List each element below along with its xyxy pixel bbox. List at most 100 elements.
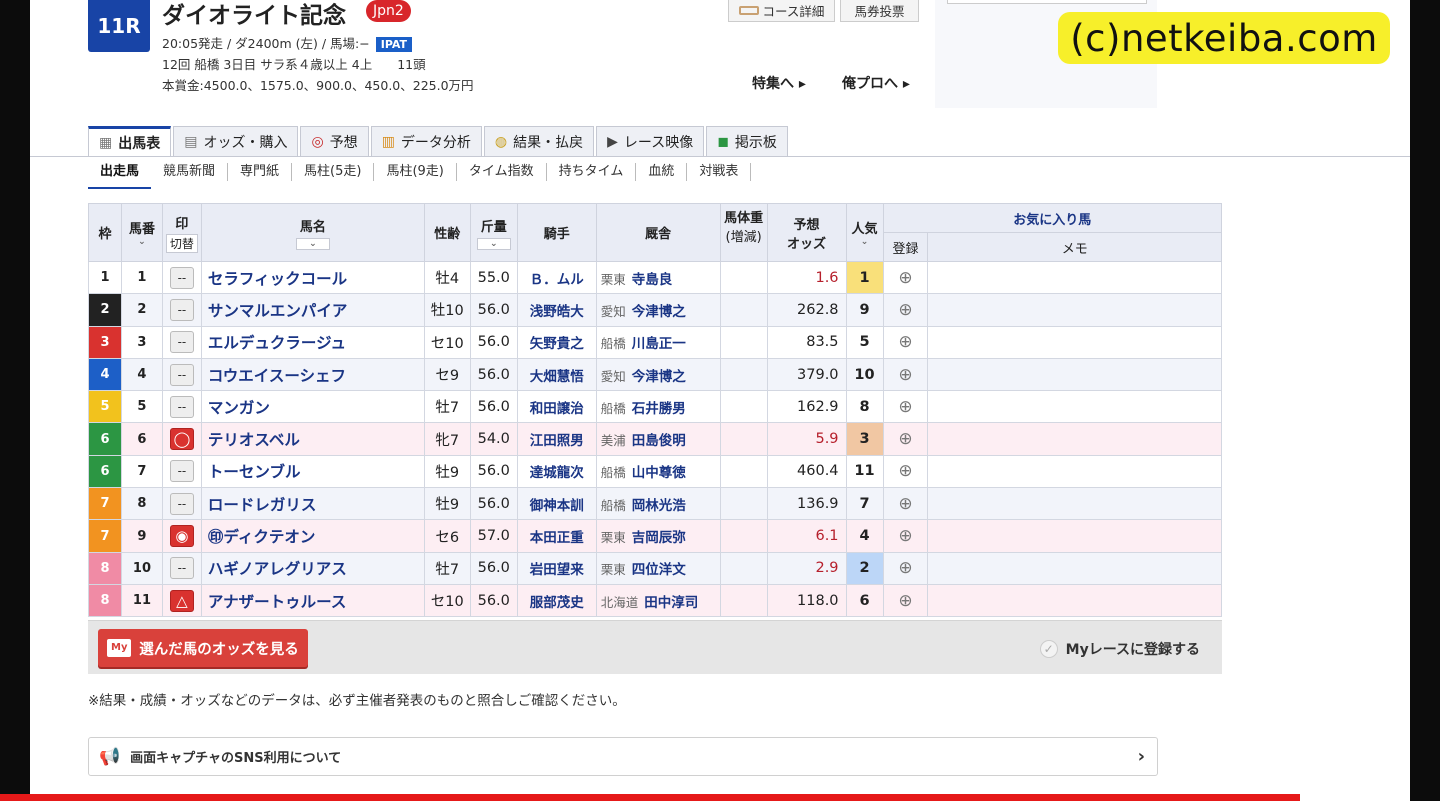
memo-cell[interactable]: [927, 293, 1222, 327]
trainer-link[interactable]: 吉岡辰弥: [632, 530, 686, 546]
horse-name-link[interactable]: ロードレガリス: [200, 487, 425, 521]
mark-button[interactable]: --: [169, 266, 194, 289]
subtab-matchup[interactable]: 対戦表: [687, 163, 752, 181]
feature-link[interactable]: 特集へ ▸: [752, 73, 806, 93]
jockey-link[interactable]: 服部茂史: [516, 583, 597, 618]
add-favorite-icon[interactable]: ⊕: [898, 429, 912, 449]
horse-name-link[interactable]: エルデュクラージュ: [200, 325, 425, 359]
popularity-cell: 5: [845, 325, 884, 359]
memo-cell[interactable]: [927, 487, 1222, 521]
memo-cell[interactable]: [927, 454, 1222, 489]
memo-cell[interactable]: [927, 357, 1222, 392]
mark-button[interactable]: △: [169, 589, 194, 612]
tab-data[interactable]: ▥ データ分析: [370, 126, 482, 156]
mark-button[interactable]: ◉: [169, 525, 194, 548]
view-selected-odds-button[interactable]: My 選んだ馬のオッズを見る: [98, 629, 308, 667]
subtab-shinbun[interactable]: 競馬新聞: [151, 163, 229, 181]
trainer-link[interactable]: 今津博之: [632, 304, 686, 320]
mark-button[interactable]: --: [169, 395, 194, 418]
th-weight[interactable]: 斤量 ⌄: [469, 203, 518, 262]
add-favorite-icon[interactable]: ⊕: [898, 365, 912, 385]
add-favorite-icon[interactable]: ⊕: [898, 300, 912, 320]
weight-cell: 57.0: [469, 519, 518, 553]
subtab-time-index[interactable]: タイム指数: [457, 163, 547, 181]
horse-name-link[interactable]: アナザートゥルース: [200, 583, 425, 618]
jockey-link[interactable]: 御神本訓: [516, 487, 597, 521]
trainer-link[interactable]: 田島俊明: [632, 433, 686, 449]
jockey-link[interactable]: 岩田望来: [516, 551, 597, 585]
subtab-pedigree[interactable]: 血統: [636, 163, 688, 181]
add-favorite-icon[interactable]: ⊕: [898, 558, 912, 578]
add-favorite-icon[interactable]: ⊕: [898, 397, 912, 417]
my-race-register[interactable]: ✓ Myレースに登録する: [1039, 639, 1200, 659]
tab-board[interactable]: ◼ 掲示板: [706, 126, 788, 156]
mark-button[interactable]: --: [169, 460, 194, 483]
ipat-badge[interactable]: IPAT: [375, 37, 413, 52]
jockey-link[interactable]: 大畑慧悟: [516, 357, 597, 392]
add-favorite-icon[interactable]: ⊕: [898, 461, 912, 481]
horse-name-link[interactable]: テリオスベル: [200, 422, 425, 456]
jockey-link[interactable]: 本田正重: [516, 519, 597, 553]
trainer-link[interactable]: 四位洋文: [632, 562, 686, 578]
th-umaban[interactable]: 馬番 ⌄: [120, 203, 163, 262]
tab-video[interactable]: ▶ レース映像: [596, 126, 705, 156]
add-favorite-icon[interactable]: ⊕: [898, 591, 912, 611]
trainer-link[interactable]: 寺島良: [632, 272, 673, 288]
subtab-senmonshi[interactable]: 専門紙: [228, 163, 293, 181]
horse-name-link[interactable]: トーセンブル: [200, 454, 425, 489]
trainer-link[interactable]: 今津博之: [632, 369, 686, 385]
subtab-shusso[interactable]: 出走馬: [88, 163, 152, 189]
trainer-link[interactable]: 山中尊徳: [632, 465, 686, 481]
jockey-link[interactable]: 江田照男: [516, 422, 597, 456]
vote-button[interactable]: 馬券投票: [840, 0, 919, 22]
add-favorite-icon[interactable]: ⊕: [898, 268, 912, 288]
jockey-link[interactable]: 達城龍次: [516, 454, 597, 489]
mark-toggle-button[interactable]: 切替: [165, 233, 198, 253]
mark-button[interactable]: --: [169, 331, 194, 354]
memo-cell[interactable]: [927, 325, 1222, 359]
mark-button[interactable]: --: [169, 492, 194, 515]
subtab-bachu5[interactable]: 馬柱(5走): [292, 163, 375, 181]
tab-odds[interactable]: ▤ オッズ・購入: [173, 126, 299, 156]
sns-usage-link[interactable]: 📢 画面キャプチャのSNS利用について ›: [88, 737, 1158, 776]
memo-cell[interactable]: [927, 519, 1222, 553]
pro-link[interactable]: 俺プロへ ▸: [842, 73, 910, 93]
trainer-link[interactable]: 岡林光浩: [632, 498, 686, 514]
mark-button[interactable]: ◯: [169, 428, 194, 451]
race-title: ダイオライト記念: [162, 3, 346, 29]
mark-button[interactable]: --: [169, 557, 194, 580]
add-favorite-icon[interactable]: ⊕: [898, 332, 912, 352]
horse-name-link[interactable]: サンマルエンパイア: [200, 293, 425, 327]
bar-chart-icon: ▥: [381, 133, 395, 150]
horse-name-link[interactable]: ハギノアレグリアス: [200, 551, 425, 585]
horse-name-link[interactable]: マンガン: [200, 390, 425, 424]
mark-button[interactable]: --: [169, 298, 194, 321]
memo-cell[interactable]: [927, 422, 1222, 456]
subtab-mochi-time[interactable]: 持ちタイム: [547, 163, 637, 181]
jockey-link[interactable]: Ｂ．ムル: [516, 260, 597, 295]
add-favorite-icon[interactable]: ⊕: [898, 494, 912, 514]
course-detail-button[interactable]: コース詳細: [728, 0, 835, 22]
memo-cell[interactable]: [927, 583, 1222, 618]
umaban-cell: 2: [120, 293, 163, 327]
horse-name-link[interactable]: コウエイスーシェフ: [200, 357, 425, 392]
jockey-link[interactable]: 和田譲治: [516, 390, 597, 424]
memo-cell[interactable]: [927, 260, 1222, 295]
horse-name-link[interactable]: セラフィックコール: [200, 260, 425, 295]
tab-yoso[interactable]: ◎ 予想: [300, 126, 369, 156]
th-horse-name[interactable]: 馬名 ⌄: [200, 203, 425, 262]
tab-result[interactable]: ◍ 結果・払戻: [483, 126, 595, 156]
trainer-link[interactable]: 田中淳司: [644, 595, 698, 611]
memo-cell[interactable]: [927, 551, 1222, 585]
tab-shutuba[interactable]: ▦ 出馬表: [88, 126, 172, 157]
memo-cell[interactable]: [927, 390, 1222, 424]
th-popularity[interactable]: 人気 ⌄: [845, 203, 884, 262]
horse-name-link[interactable]: ㊞ディクテオン: [200, 519, 425, 553]
jockey-link[interactable]: 矢野貴之: [516, 325, 597, 359]
add-favorite-icon[interactable]: ⊕: [898, 526, 912, 546]
trainer-link[interactable]: 川島正一: [632, 336, 686, 352]
jockey-link[interactable]: 浅野皓大: [516, 293, 597, 327]
mark-button[interactable]: --: [169, 363, 194, 386]
subtab-bachu9[interactable]: 馬柱(9走): [374, 163, 457, 181]
trainer-link[interactable]: 石井勝男: [632, 401, 686, 417]
